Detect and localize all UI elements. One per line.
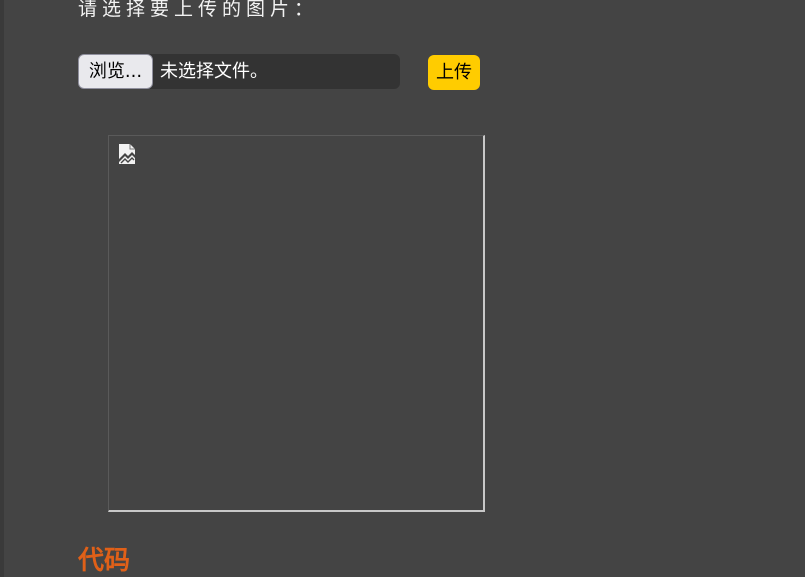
image-preview: [108, 135, 485, 512]
upload-prompt: 请选择要上传的图片：: [78, 0, 319, 20]
browse-button[interactable]: 浏览...: [78, 54, 153, 89]
file-input[interactable]: 浏览... 未选择文件。: [78, 54, 400, 89]
broken-image-icon: [118, 143, 138, 165]
code-section-heading: 代码: [78, 546, 131, 576]
page: 请选择要上传的图片： 浏览... 未选择文件。 上传 代码: [0, 0, 805, 577]
upload-button[interactable]: 上传: [428, 55, 480, 90]
file-status-text: 未选择文件。: [160, 61, 268, 82]
left-border: [0, 0, 4, 577]
